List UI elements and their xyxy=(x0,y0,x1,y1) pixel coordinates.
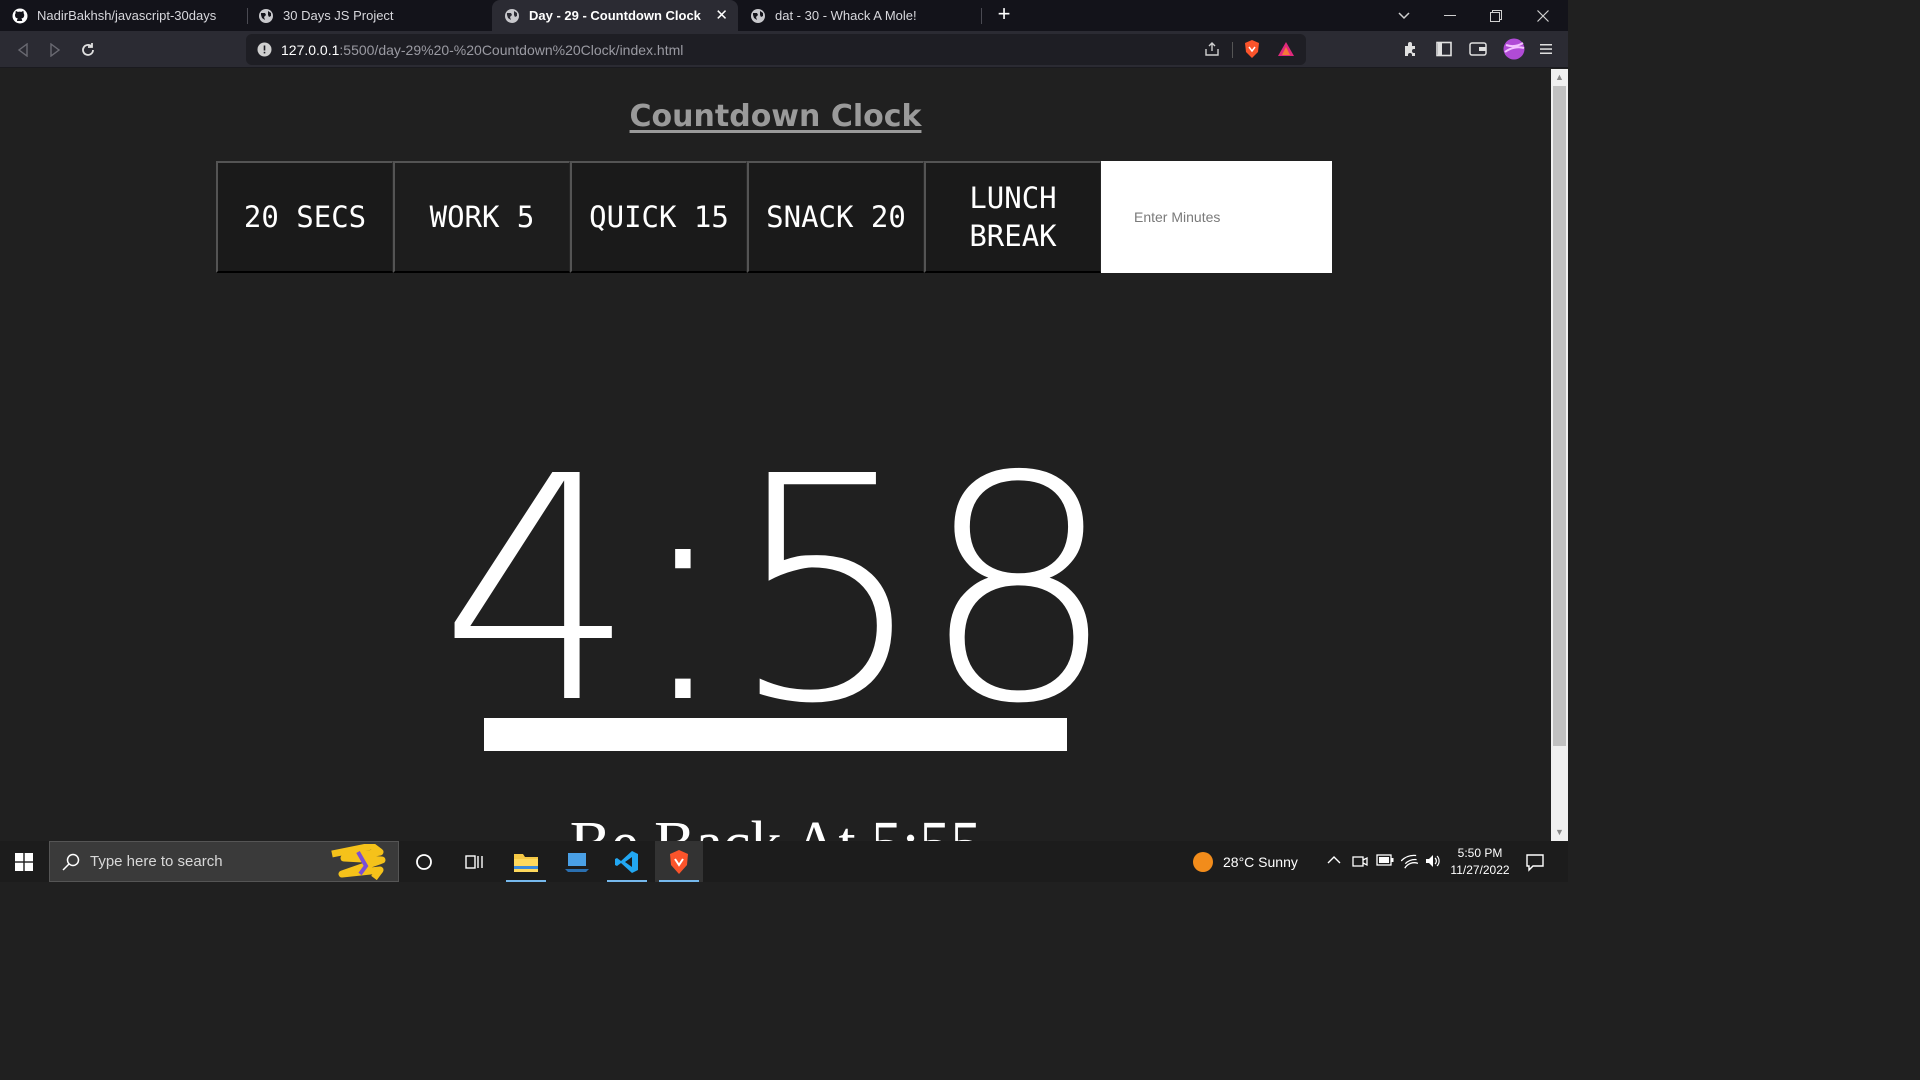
taskbar-search-box[interactable]: Type here to search xyxy=(49,841,399,882)
search-icon xyxy=(62,853,80,871)
end-time-label: Be Back At 5:55 xyxy=(0,809,1551,841)
new-tab-button[interactable]: + xyxy=(992,3,1016,27)
close-tab-icon[interactable]: ✕ xyxy=(715,6,728,24)
url-path: :5500/day-29%20-%20Countdown%20Clock/ind… xyxy=(339,42,684,58)
scroll-up-arrow-icon[interactable]: ▲ xyxy=(1551,69,1568,86)
page-viewport: Countdown Clock 20 SECS WORK 5 QUICK 15 … xyxy=(0,69,1551,841)
scroll-thumb[interactable] xyxy=(1553,86,1566,746)
windows-taskbar: Type here to search 28°C Sunny 5:50 PM 1… xyxy=(0,841,1568,882)
brave-shields-icon[interactable] xyxy=(1242,39,1262,59)
clock-time: 5:50 PM xyxy=(1457,846,1503,860)
minimize-icon[interactable] xyxy=(1427,0,1473,31)
tab-title: Day - 29 - Countdown Clock xyxy=(529,8,701,23)
close-window-icon[interactable] xyxy=(1520,0,1566,31)
globe-icon xyxy=(259,8,273,23)
github-icon xyxy=(12,8,28,23)
globe-icon xyxy=(751,8,765,23)
timer-display: 4:58 xyxy=(439,411,1117,772)
forward-icon[interactable] xyxy=(44,39,66,61)
file-explorer-icon[interactable] xyxy=(502,841,550,882)
scroll-down-arrow-icon[interactable]: ▼ xyxy=(1551,824,1568,841)
clock-date: 11/27/2022 xyxy=(1450,863,1510,877)
timer-button-snack-20[interactable]: SNACK 20 xyxy=(747,161,924,273)
device-app-icon[interactable] xyxy=(553,841,601,882)
share-icon[interactable] xyxy=(1202,39,1222,59)
timer-button-quick-15[interactable]: QUICK 15 xyxy=(570,161,747,273)
timer-button-work-5[interactable]: WORK 5 xyxy=(393,161,570,273)
minutes-input[interactable] xyxy=(1101,161,1332,273)
tab-search-chevron-icon[interactable] xyxy=(1381,0,1427,31)
restore-icon[interactable] xyxy=(1473,0,1519,31)
tab-title: NadirBakhsh/javascript-30days xyxy=(37,8,217,23)
timer-button-20-secs[interactable]: 20 SECS xyxy=(216,161,393,273)
tab-countdown-clock[interactable]: Day - 29 - Countdown Clock ✕ xyxy=(492,0,738,31)
volume-icon[interactable] xyxy=(1424,853,1440,869)
sun-weather-icon[interactable] xyxy=(1192,851,1214,873)
info-warning-icon[interactable] xyxy=(257,42,272,57)
chevron-up-icon[interactable] xyxy=(1327,855,1341,865)
timer-controls: 20 SECS WORK 5 QUICK 15 SNACK 20 LUNCH B… xyxy=(216,161,1334,273)
tab-separator xyxy=(981,8,982,24)
vscode-icon[interactable] xyxy=(603,841,651,882)
wallet-icon[interactable] xyxy=(1468,39,1488,59)
sidebar-icon[interactable] xyxy=(1434,39,1454,59)
timer-display-underline xyxy=(484,718,1067,751)
globe-icon xyxy=(505,8,519,23)
tab-title: dat - 30 - Whack A Mole! xyxy=(775,8,917,23)
back-icon[interactable] xyxy=(12,39,34,61)
url-host: 127.0.0.1 xyxy=(281,42,340,58)
timer-button-lunch-break[interactable]: LUNCH BREAK xyxy=(924,161,1101,273)
tab-strip: NadirBakhsh/javascript-30days 30 Days JS… xyxy=(0,0,1568,31)
cortana-icon[interactable] xyxy=(400,841,448,882)
address-bar[interactable]: 127.0.0.1:5500/day-29%20-%20Countdown%20… xyxy=(246,34,1306,65)
wifi-icon[interactable] xyxy=(1401,853,1419,869)
tab-whack-a-mole[interactable]: dat - 30 - Whack A Mole! xyxy=(738,0,982,31)
search-placeholder: Type here to search xyxy=(90,853,223,870)
tab-30-days-js-project[interactable]: 30 Days JS Project xyxy=(246,0,494,31)
weather-text[interactable]: 28°C Sunny xyxy=(1223,854,1298,870)
profile-avatar-icon[interactable] xyxy=(1502,37,1526,61)
tab-github[interactable]: NadirBakhsh/javascript-30days xyxy=(0,0,248,31)
search-highlight-doodle-icon xyxy=(331,844,386,880)
notifications-icon[interactable] xyxy=(1525,852,1545,872)
url-text: 127.0.0.1:5500/day-29%20-%20Countdown%20… xyxy=(281,42,683,58)
brave-browser-icon[interactable] xyxy=(655,841,703,882)
menu-icon[interactable] xyxy=(1536,39,1556,59)
meet-now-icon[interactable] xyxy=(1352,853,1368,869)
system-clock[interactable]: 5:50 PM 11/27/2022 xyxy=(1440,845,1520,879)
brave-rewards-icon[interactable] xyxy=(1276,39,1296,59)
tab-title: 30 Days JS Project xyxy=(283,8,394,23)
windows-start-icon[interactable] xyxy=(0,841,48,882)
page-scrollbar[interactable]: ▲ ▼ xyxy=(1551,69,1568,841)
page-title: Countdown Clock xyxy=(629,99,922,134)
reload-icon[interactable] xyxy=(77,39,99,61)
divider xyxy=(1232,42,1233,58)
battery-icon[interactable] xyxy=(1376,854,1394,866)
browser-toolbar: 127.0.0.1:5500/day-29%20-%20Countdown%20… xyxy=(0,31,1568,68)
extensions-puzzle-icon[interactable] xyxy=(1401,39,1421,59)
task-view-icon[interactable] xyxy=(450,841,498,882)
